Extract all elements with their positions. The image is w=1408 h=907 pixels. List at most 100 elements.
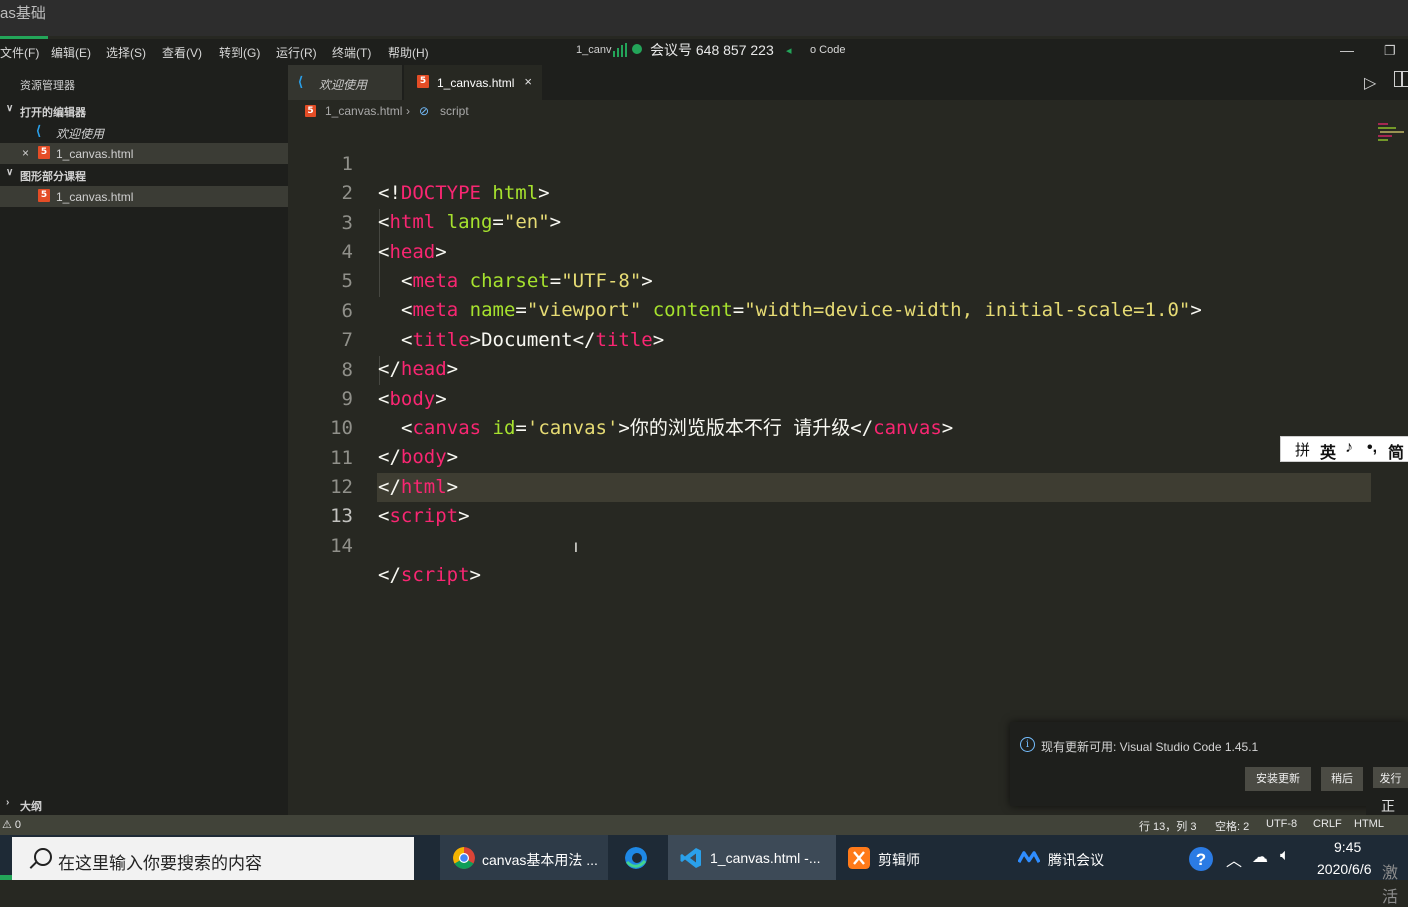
activation-watermark: 激活 (1382, 865, 1399, 906)
taskbar-app-chrome[interactable]: canvas基本用法 ... (440, 835, 608, 880)
vscode-icon (680, 848, 701, 868)
taskbar-app-label: 剪辑师 (878, 852, 920, 868)
taskbar-app-edge[interactable] (612, 835, 662, 880)
chevron-down-icon: ∨ (6, 103, 14, 114)
code-line: 4 <meta charset="UTF-8"> (288, 209, 1378, 292)
menu-run[interactable]: 运行(R) (276, 44, 317, 61)
menu-help[interactable]: 帮助(H) (388, 44, 429, 61)
text-cursor-icon: I (574, 539, 578, 555)
breadcrumb-separator: › (406, 104, 410, 118)
chrome-icon (453, 847, 475, 869)
folder-file-canvas[interactable]: 5 1_canvas.html (0, 186, 288, 207)
notification-progress-partial: 正在 (1366, 788, 1408, 834)
indentation[interactable]: 空格: 2 (1215, 818, 1249, 834)
cloud-icon[interactable]: ☁ (1252, 847, 1268, 867)
explorer-sidebar: 资源管理器 ∨ 打开的编辑器 ⟨ 欢迎使用 × 5 1_canvas.html … (0, 65, 288, 795)
cursor-position[interactable]: 行 13，列 3 (1139, 818, 1196, 834)
tencent-meeting-icon (1018, 851, 1040, 864)
encoding[interactable]: UTF-8 (1266, 818, 1297, 830)
menu-edit[interactable]: 编辑(E) (51, 44, 91, 61)
tab-label: 1_canvas.html (437, 76, 515, 90)
open-editor-canvas[interactable]: × 5 1_canvas.html (0, 143, 288, 164)
help-icon[interactable]: ? (1188, 846, 1214, 872)
meeting-id: 会议号 648 857 223 (650, 42, 774, 58)
split-editor-icon[interactable] (1394, 71, 1408, 87)
restore-icon[interactable]: ❐ (1384, 43, 1396, 59)
edge-icon (625, 847, 647, 869)
info-icon: i (1020, 737, 1035, 752)
minimap[interactable] (1376, 121, 1406, 143)
minimize-icon[interactable]: — (1340, 42, 1354, 58)
code-line: 5 <meta name="viewport" content="width=d… (288, 238, 1378, 321)
search-icon (34, 848, 52, 866)
meeting-signal-icon (613, 43, 642, 57)
close-icon[interactable]: × (22, 146, 29, 160)
code-content: </script> (378, 564, 481, 586)
tab-canvas-html[interactable]: 5 1_canvas.html × (404, 65, 542, 100)
ime-simplified-toggle[interactable]: 简 (1388, 439, 1404, 463)
html5-icon: 5 (38, 146, 50, 159)
folder-label: 图形部分课程 (20, 171, 86, 183)
ime-toolbar[interactable]: 拼 英 ♪ •, 简 (1280, 436, 1408, 462)
editor-tab-bar: ⟨ 欢迎使用 5 1_canvas.html × ▷ (288, 65, 1408, 100)
code-line: 6 <title>Document</title> (288, 268, 1378, 351)
code-line: 2 <html lang="en"> (288, 150, 1378, 233)
taskbar-search[interactable]: 在这里输入你要搜索的内容 (12, 837, 414, 880)
ime-punct-icon[interactable]: •, (1367, 439, 1377, 457)
later-button[interactable]: 稍后 (1321, 767, 1363, 791)
update-notification: i 现有更新可用: Visual Studio Code 1.45.1 安装更新… (1010, 722, 1408, 806)
outer-window-title: as基础 (0, 5, 46, 22)
code-line: 10 </body> (288, 385, 1378, 468)
volume-icon[interactable]: 🔈︎ (1280, 847, 1290, 865)
end-of-line[interactable]: CRLF (1313, 818, 1342, 830)
run-icon[interactable]: ▷ (1364, 73, 1376, 93)
ime-english-toggle[interactable]: 英 (1320, 439, 1336, 463)
taskbar-app-label: 腾讯会议 (1048, 852, 1104, 868)
menu-file[interactable]: 文件(F) (0, 44, 39, 61)
taskbar-app-vscode[interactable]: 1_canvas.html -... (668, 835, 836, 880)
taskbar-app-label: canvas基本用法 ... (482, 852, 598, 868)
taskbar-app-tencent-meeting[interactable]: 腾讯会议 (1012, 835, 1180, 880)
vscode-icon: ⟨ (36, 123, 42, 138)
html5-icon: 5 (38, 189, 50, 202)
outline-header[interactable]: › 大纲 (0, 795, 288, 815)
folder-header[interactable]: ∨ 图形部分课程 (0, 165, 288, 185)
menu-view[interactable]: 查看(V) (162, 44, 202, 61)
code-line: 9 <canvas id='canvas'>你的浏览版本不行 请升级</canv… (288, 356, 1378, 439)
video-editor-icon (848, 847, 870, 869)
line-number: 14 (330, 535, 353, 557)
taskbar-app-label: 1_canvas.html -... (710, 850, 821, 866)
mic-icon: ◂ (786, 45, 792, 57)
open-editors-header[interactable]: ∨ 打开的编辑器 (0, 101, 288, 121)
notification-message: 现有更新可用: Visual Studio Code 1.45.1 (1041, 740, 1259, 754)
clock-date[interactable]: 2020/6/6 (1317, 861, 1372, 877)
install-update-button[interactable]: 安装更新 (1245, 767, 1311, 791)
tab-welcome[interactable]: ⟨ 欢迎使用 (288, 65, 402, 100)
windows-taskbar: 在这里输入你要搜索的内容 canvas基本用法 ... 1_canvas.htm… (0, 835, 1408, 906)
menu-terminal[interactable]: 终端(T) (332, 44, 371, 61)
ime-moon-icon[interactable]: ♪ (1345, 439, 1353, 457)
search-placeholder: 在这里输入你要搜索的内容 (58, 854, 262, 873)
close-icon[interactable]: × (524, 74, 532, 89)
code-line: 8 <body> (288, 327, 1378, 410)
language-mode[interactable]: HTML (1354, 818, 1384, 830)
open-editor-label: 欢迎使用 (56, 127, 105, 141)
ime-pinyin-icon[interactable]: 拼 (1295, 439, 1310, 460)
clock-time[interactable]: 9:45 (1334, 839, 1361, 855)
open-editor-welcome[interactable]: ⟨ 欢迎使用 (0, 121, 288, 142)
code-line: 3 <head> (288, 180, 1378, 263)
code-line: 1 <!DOCTYPE html> (288, 121, 1378, 204)
breadcrumb-file[interactable]: 1_canvas.html (325, 104, 402, 118)
menu-bar: 文件(F) 编辑(E) 选择(S) 查看(V) 转到(G) 运行(R) 终端(T… (0, 39, 1408, 65)
code-editor[interactable]: 1 <!DOCTYPE html> 2 <html lang="en"> 3 <… (288, 121, 1408, 811)
problems-indicator[interactable]: ⚠ 0 (2, 818, 21, 831)
menu-goto[interactable]: 转到(G) (219, 44, 260, 61)
vscode-icon: ⟨ (298, 74, 304, 89)
menu-selection[interactable]: 选择(S) (106, 44, 146, 61)
tab-label: 欢迎使用 (319, 78, 368, 92)
breadcrumb-symbol[interactable]: script (440, 104, 469, 118)
chevron-up-icon[interactable]: ︿ (1226, 847, 1242, 871)
taskbar-app-video-editor[interactable]: 剪辑师 (840, 835, 1010, 880)
open-editors-label: 打开的编辑器 (20, 107, 86, 119)
window-title-left: 1_canv (576, 44, 612, 56)
